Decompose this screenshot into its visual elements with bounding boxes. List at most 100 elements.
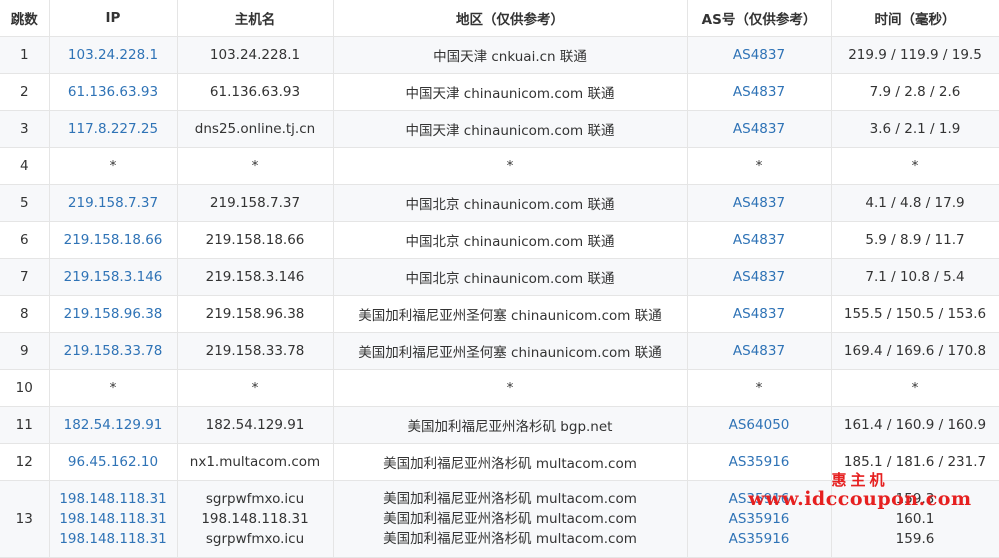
host-cell: 182.54.129.91 <box>177 406 334 444</box>
time-value: 160.1 <box>895 511 935 527</box>
as-value[interactable]: AS4837 <box>688 232 831 248</box>
time-value: 5.9 / 8.9 / 11.7 <box>865 232 965 248</box>
table-row: 5 219.158.7.37 219.158.7.37 中国北京 chinaunico… <box>0 184 999 222</box>
as-cell: AS4837 <box>687 184 832 222</box>
as-value[interactable]: AS4837 <box>688 121 831 137</box>
as-value[interactable]: AS35916 <box>688 454 831 470</box>
host-cell: 61.136.63.93 <box>177 73 334 111</box>
time-cell: 3.6 / 2.1 / 1.9 <box>831 110 999 148</box>
region-value: 中国北京 chinaunicom.com 联通 <box>405 234 615 250</box>
region-value: 美国加利福尼亚州洛杉矶 multacom.com <box>383 491 637 507</box>
time-value: 7.9 / 2.8 / 2.6 <box>869 84 961 100</box>
ip-value[interactable]: 198.148.118.31 <box>50 529 177 549</box>
region-cell: 美国加利福尼亚州洛杉矶 bgp.net <box>333 406 688 444</box>
as-value[interactable]: AS4837 <box>688 47 831 63</box>
ip-cell: 219.158.33.78 <box>49 332 178 370</box>
host-cell: 219.158.18.66 <box>177 221 334 259</box>
as-value[interactable]: AS4837 <box>688 343 831 359</box>
ip-value[interactable]: 61.136.63.93 <box>50 84 177 100</box>
ip-cell: 219.158.7.37 <box>49 184 178 222</box>
region-cell: 中国北京 chinaunicom.com 联通 <box>333 184 688 222</box>
watermark: 惠主机 www.idccoupon.com <box>718 472 999 509</box>
as-value[interactable]: AS4837 <box>688 195 831 211</box>
as-cell: AS4837 <box>687 332 832 370</box>
region-value: * <box>506 158 514 174</box>
hop-cell: 10 <box>0 369 50 407</box>
as-cell: AS4837 <box>687 73 832 111</box>
time-value: 4.1 / 4.8 / 17.9 <box>865 195 965 211</box>
time-cell: * <box>831 369 999 407</box>
region-value: 美国加利福尼亚州圣何塞 chinaunicom.com 联通 <box>358 345 662 361</box>
ip-value[interactable]: 219.158.96.38 <box>50 306 177 322</box>
as-value[interactable]: AS4837 <box>688 306 831 322</box>
hop-cell: 6 <box>0 221 50 259</box>
hop-cell: 3 <box>0 110 50 148</box>
host-value: * <box>251 158 259 174</box>
region-value: 中国天津 cnkuai.cn 联通 <box>433 49 587 65</box>
hop-cell: 11 <box>0 406 50 444</box>
ip-value[interactable]: 117.8.227.25 <box>50 121 177 137</box>
region-value: 美国加利福尼亚州洛杉矶 multacom.com <box>383 531 637 547</box>
table-row: 10 * * * * * <box>0 369 999 407</box>
region-value: 美国加利福尼亚州洛杉矶 multacom.com <box>383 456 637 472</box>
hop-cell: 2 <box>0 73 50 111</box>
host-value: sgrpwfmxo.icu <box>205 531 305 547</box>
as-cell: * <box>687 369 832 407</box>
region-cell: 美国加利福尼亚州洛杉矶 multacom.com <box>333 443 688 481</box>
ip-value[interactable]: 182.54.129.91 <box>50 417 177 433</box>
host-value: 61.136.63.93 <box>209 84 301 100</box>
hop-cell: 8 <box>0 295 50 333</box>
ip-value[interactable]: 198.148.118.31 <box>50 509 177 529</box>
region-value: 美国加利福尼亚州洛杉矶 multacom.com <box>383 511 637 527</box>
time-cell: 161.4 / 160.9 / 160.9 <box>831 406 999 444</box>
as-cell: AS4837 <box>687 258 832 296</box>
as-value[interactable]: AS4837 <box>688 269 831 285</box>
time-cell: 155.5 / 150.5 / 153.6 <box>831 295 999 333</box>
ip-cell: 219.158.96.38 <box>49 295 178 333</box>
ip-cell: * <box>49 369 178 407</box>
ip-value[interactable]: 103.24.228.1 <box>50 47 177 63</box>
host-cell: 219.158.96.38 <box>177 295 334 333</box>
table-row: 3 117.8.227.25 dns25.online.tj.cn 中国天津 chin… <box>0 110 999 148</box>
ip-value[interactable]: 219.158.7.37 <box>50 195 177 211</box>
ip-cell: 219.158.18.66 <box>49 221 178 259</box>
as-cell: AS4837 <box>687 295 832 333</box>
host-value: dns25.online.tj.cn <box>194 121 316 137</box>
host-value: 103.24.228.1 <box>209 47 301 63</box>
table-row: 1 103.24.228.1 103.24.228.1 中国天津 cnkuai.cn … <box>0 36 999 74</box>
hop-cell: 4 <box>0 147 50 185</box>
ip-cell: 219.158.3.146 <box>49 258 178 296</box>
host-value: 198.148.118.31 <box>201 511 309 527</box>
as-value[interactable]: AS35916 <box>688 509 831 529</box>
host-value: 219.158.3.146 <box>205 269 305 285</box>
host-cell: sgrpwfmxo.icu 198.148.118.31 sgrpwfmxo.icu <box>177 480 334 558</box>
as-value[interactable]: AS35916 <box>688 529 831 549</box>
as-value[interactable]: AS4837 <box>688 84 831 100</box>
time-cell: 219.9 / 119.9 / 19.5 <box>831 36 999 74</box>
table-row: 4 * * * * * <box>0 147 999 185</box>
time-cell: 4.1 / 4.8 / 17.9 <box>831 184 999 222</box>
host-cell: nx1.multacom.com <box>177 443 334 481</box>
host-cell: 219.158.3.146 <box>177 258 334 296</box>
ip-value[interactable]: 219.158.3.146 <box>50 269 177 285</box>
hop-cell: 12 <box>0 443 50 481</box>
region-cell: 中国北京 chinaunicom.com 联通 <box>333 221 688 259</box>
ip-cell: 61.136.63.93 <box>49 73 178 111</box>
region-value: 美国加利福尼亚州圣何塞 chinaunicom.com 联通 <box>358 308 662 324</box>
host-cell: dns25.online.tj.cn <box>177 110 334 148</box>
host-value: 219.158.33.78 <box>205 343 305 359</box>
ip-cell: 103.24.228.1 <box>49 36 178 74</box>
ip-value[interactable]: 96.45.162.10 <box>50 454 177 470</box>
region-cell: 美国加利福尼亚州圣何塞 chinaunicom.com 联通 <box>333 295 688 333</box>
time-cell: * <box>831 147 999 185</box>
ip-cell: 117.8.227.25 <box>49 110 178 148</box>
ip-value[interactable]: 198.148.118.31 <box>50 489 177 509</box>
watermark-name: 惠主机 <box>831 471 889 489</box>
ip-value[interactable]: 219.158.18.66 <box>50 232 177 248</box>
host-cell: 219.158.33.78 <box>177 332 334 370</box>
ip-value[interactable]: 219.158.33.78 <box>50 343 177 359</box>
time-value: 169.4 / 169.6 / 170.8 <box>843 343 987 359</box>
as-value[interactable]: AS64050 <box>688 417 831 433</box>
column-header-hop: 跳数 <box>0 0 50 37</box>
host-cell: * <box>177 147 334 185</box>
